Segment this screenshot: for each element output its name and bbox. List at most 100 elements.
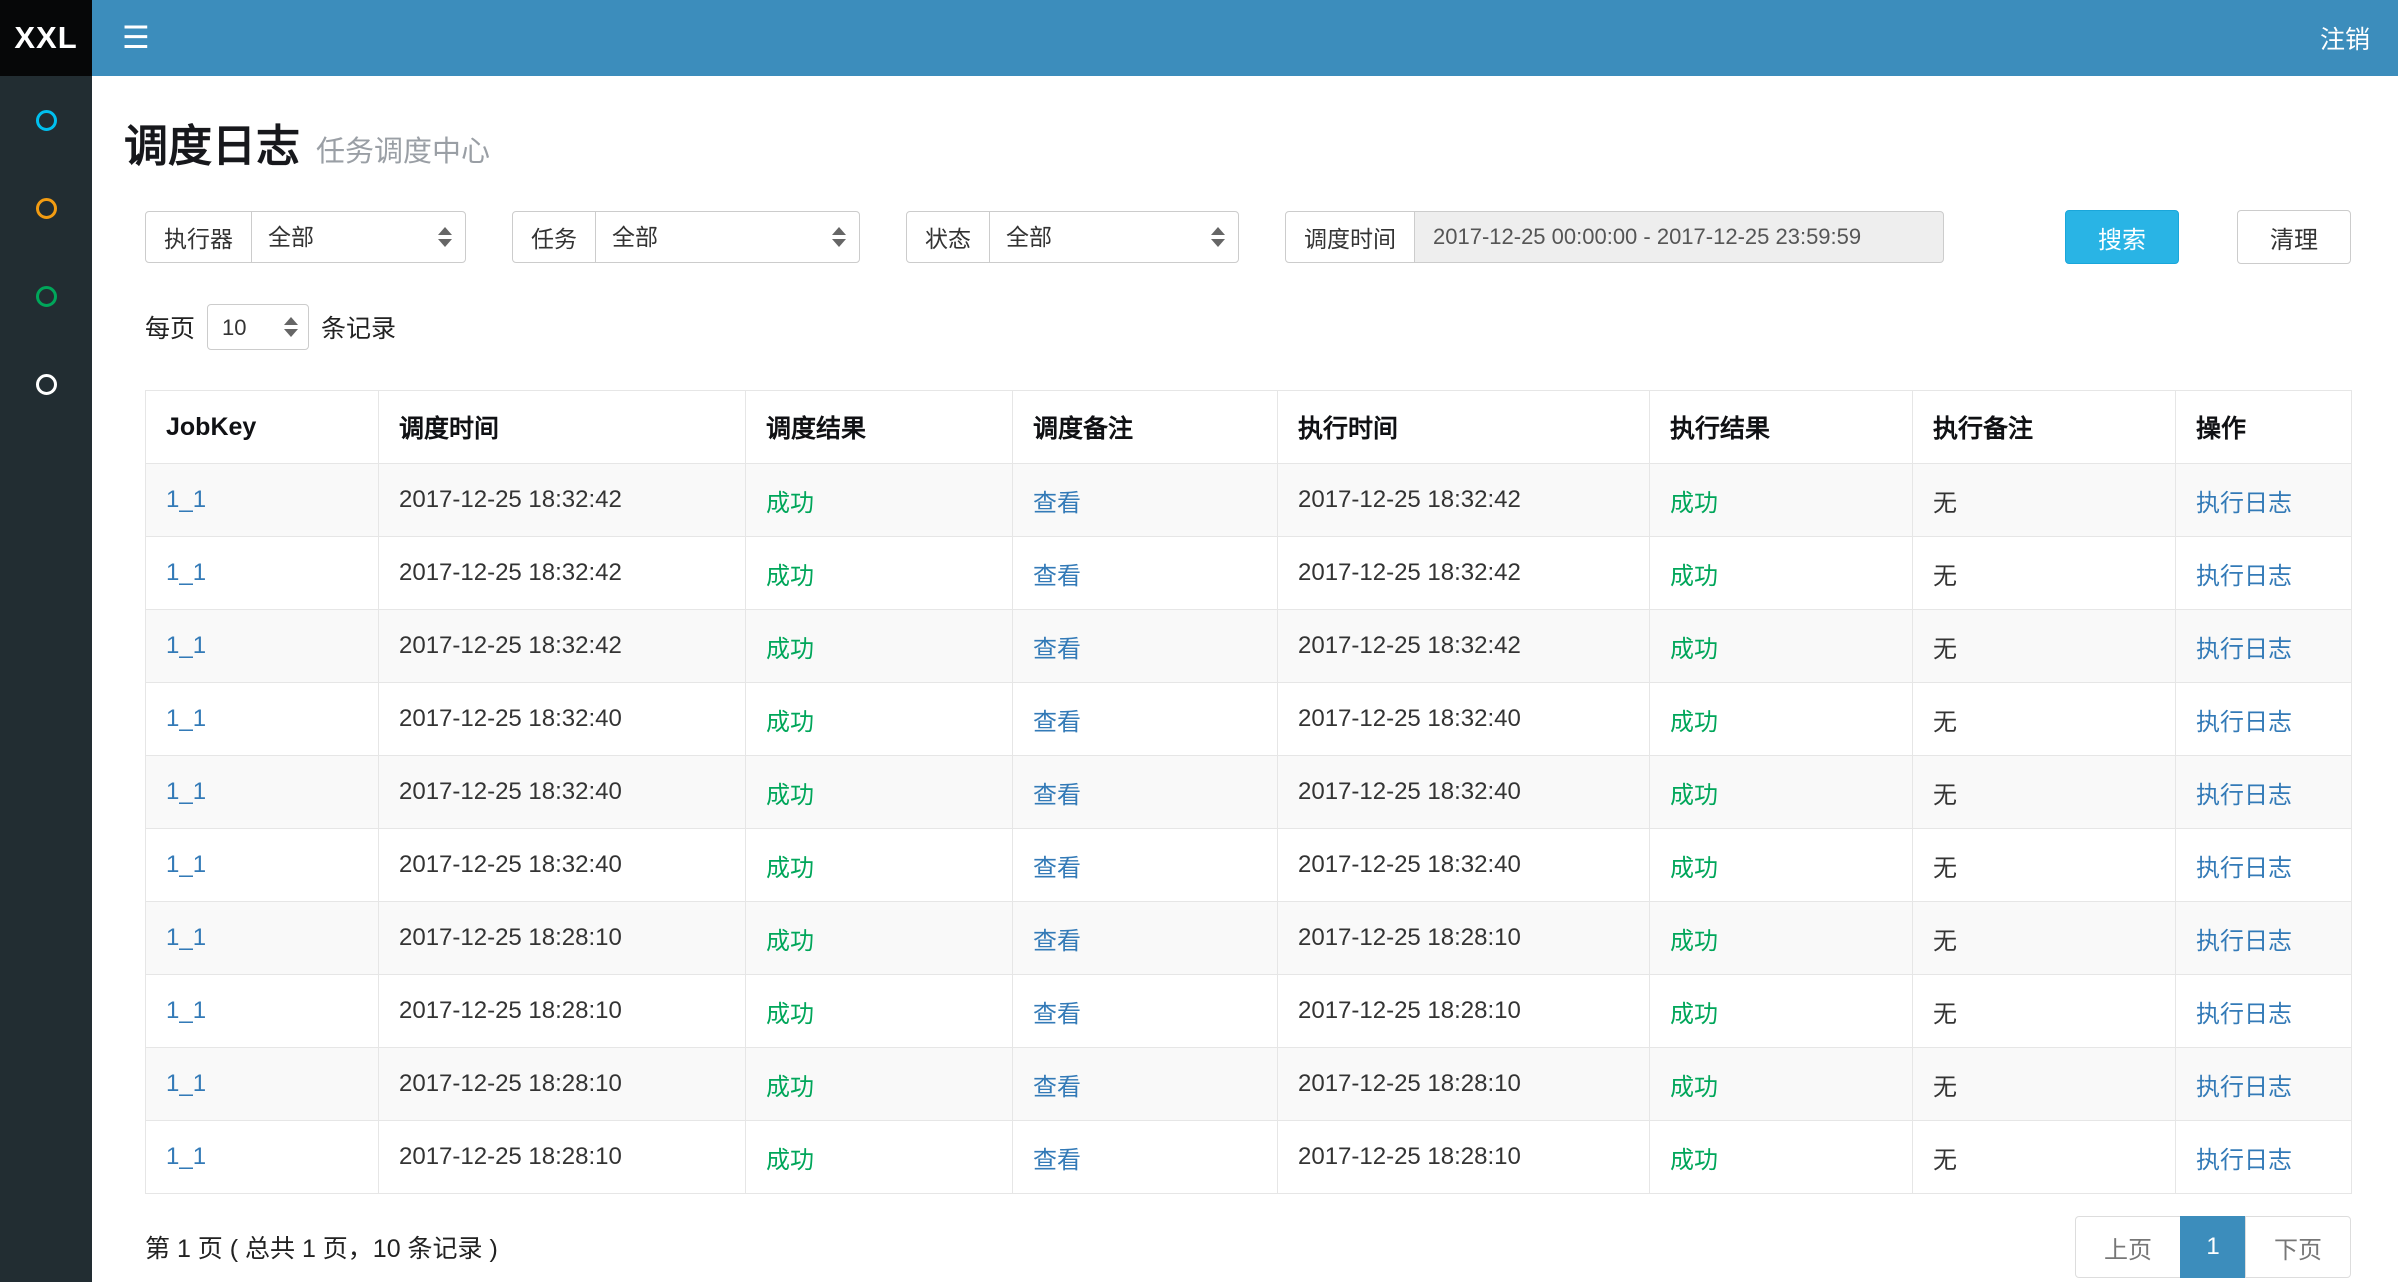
trigger-time-cell: 2017-12-25 18:28:10	[399, 997, 622, 1024]
table-row: 1_1 2017-12-25 18:32:42 成功 查看 2017-12-25…	[146, 610, 2352, 683]
trigger-msg-view-link[interactable]: 查看	[1033, 855, 1081, 882]
trigger-time-cell: 2017-12-25 18:32:42	[399, 559, 622, 586]
page-size-row: 每页 10 条记录	[145, 304, 2351, 350]
handle-result-cell: 成功	[1670, 563, 1718, 590]
trigger-msg-view-link[interactable]: 查看	[1033, 709, 1081, 736]
exec-log-link[interactable]: 执行日志	[2196, 1147, 2292, 1174]
trigger-time-cell: 2017-12-25 18:32:40	[399, 705, 622, 732]
handle-time-cell: 2017-12-25 18:28:10	[1298, 997, 1521, 1024]
trigger-msg-view-link[interactable]: 查看	[1033, 928, 1081, 955]
jobkey-link[interactable]: 1_1	[166, 559, 206, 586]
job-filter-label: 任务	[512, 211, 596, 263]
handle-result-cell: 成功	[1670, 1074, 1718, 1101]
trigger-result-cell: 成功	[766, 928, 814, 955]
exec-log-link[interactable]: 执行日志	[2196, 782, 2292, 809]
jobkey-link[interactable]: 1_1	[166, 851, 206, 878]
app-logo[interactable]: XXL	[0, 0, 92, 76]
exec-log-link[interactable]: 执行日志	[2196, 563, 2292, 590]
content-body: 执行器 全部 任务 全部 状态 全部	[92, 210, 2398, 1278]
log-table-head: JobKey 调度时间 调度结果 调度备注 执行时间 执行结果 执行备注 操作	[146, 391, 2352, 464]
trigger-msg-view-link[interactable]: 查看	[1033, 490, 1081, 517]
circle-outline-icon	[36, 374, 57, 395]
executor-filter-group: 执行器 全部	[145, 211, 466, 263]
table-row: 1_1 2017-12-25 18:32:40 成功 查看 2017-12-25…	[146, 683, 2352, 756]
exec-log-link[interactable]: 执行日志	[2196, 636, 2292, 663]
jobkey-link[interactable]: 1_1	[166, 705, 206, 732]
pagination-prev-button[interactable]: 上页	[2075, 1216, 2181, 1278]
handle-msg-cell: 无	[1933, 782, 1957, 809]
jobkey-link[interactable]: 1_1	[166, 632, 206, 659]
page-size-prefix-label: 每页	[145, 309, 195, 345]
jobkey-link[interactable]: 1_1	[166, 778, 206, 805]
pagination-next-button[interactable]: 下页	[2245, 1216, 2351, 1278]
col-header-action: 操作	[2176, 391, 2352, 464]
handle-result-cell: 成功	[1670, 490, 1718, 517]
trigger-time-cell: 2017-12-25 18:28:10	[399, 1143, 622, 1170]
content-wrapper: 调度日志 任务调度中心 执行器 全部 任务 全部 状态	[92, 0, 2398, 1278]
sidebar-item-2[interactable]	[0, 164, 92, 252]
logout-link[interactable]: 注销	[2320, 20, 2370, 56]
sidebar-item-4[interactable]	[0, 340, 92, 428]
handle-msg-cell: 无	[1933, 563, 1957, 590]
exec-log-link[interactable]: 执行日志	[2196, 1074, 2292, 1101]
circle-outline-icon	[36, 198, 57, 219]
trigger-msg-view-link[interactable]: 查看	[1033, 636, 1081, 663]
search-button[interactable]: 搜索	[2065, 210, 2179, 264]
table-footer: 第 1 页 ( 总共 1 页，10 条记录 ) 上页 1 下页	[145, 1216, 2351, 1278]
circle-outline-icon	[36, 110, 57, 131]
exec-log-link[interactable]: 执行日志	[2196, 709, 2292, 736]
trigger-msg-view-link[interactable]: 查看	[1033, 782, 1081, 809]
trigger-time-cell: 2017-12-25 18:32:40	[399, 778, 622, 805]
page-size-select[interactable]: 10	[207, 304, 309, 350]
status-filter-label: 状态	[906, 211, 990, 263]
page-title: 调度日志 任务调度中心	[124, 110, 2351, 174]
sidebar-item-3[interactable]	[0, 252, 92, 340]
trigger-msg-view-link[interactable]: 查看	[1033, 1147, 1081, 1174]
trigger-time-cell: 2017-12-25 18:28:10	[399, 1070, 622, 1097]
sidebar-toggle-button[interactable]: ☰	[92, 0, 180, 76]
handle-time-cell: 2017-12-25 18:32:42	[1298, 486, 1521, 513]
pagination-page-1-button[interactable]: 1	[2180, 1216, 2246, 1278]
jobkey-link[interactable]: 1_1	[166, 997, 206, 1024]
handle-time-cell: 2017-12-25 18:32:42	[1298, 559, 1521, 586]
table-row: 1_1 2017-12-25 18:32:42 成功 查看 2017-12-25…	[146, 537, 2352, 610]
exec-log-link[interactable]: 执行日志	[2196, 1001, 2292, 1028]
table-row: 1_1 2017-12-25 18:28:10 成功 查看 2017-12-25…	[146, 1121, 2352, 1194]
trigger-msg-view-link[interactable]: 查看	[1033, 1074, 1081, 1101]
handle-time-cell: 2017-12-25 18:28:10	[1298, 924, 1521, 951]
handle-msg-cell: 无	[1933, 928, 1957, 955]
table-row: 1_1 2017-12-25 18:28:10 成功 查看 2017-12-25…	[146, 975, 2352, 1048]
jobkey-link[interactable]: 1_1	[166, 1143, 206, 1170]
handle-time-cell: 2017-12-25 18:32:40	[1298, 778, 1521, 805]
jobkey-link[interactable]: 1_1	[166, 1070, 206, 1097]
executor-filter-label: 执行器	[145, 211, 252, 263]
filter-row: 执行器 全部 任务 全部 状态 全部	[145, 210, 2351, 264]
pagination: 上页 1 下页	[2075, 1216, 2351, 1278]
jobkey-link[interactable]: 1_1	[166, 924, 206, 951]
clear-log-button[interactable]: 清理	[2237, 210, 2351, 264]
pagination-summary: 第 1 页 ( 总共 1 页，10 条记录 )	[145, 1229, 498, 1265]
trigger-result-cell: 成功	[766, 563, 814, 590]
trigger-msg-view-link[interactable]: 查看	[1033, 1001, 1081, 1028]
job-select[interactable]: 全部	[595, 211, 860, 263]
trigger-result-cell: 成功	[766, 782, 814, 809]
trigger-time-cell: 2017-12-25 18:32:42	[399, 632, 622, 659]
status-select[interactable]: 全部	[989, 211, 1239, 263]
trigger-result-cell: 成功	[766, 855, 814, 882]
content-header: 调度日志 任务调度中心	[92, 76, 2398, 174]
col-header-handle-time: 执行时间	[1278, 391, 1650, 464]
trigger-msg-view-link[interactable]: 查看	[1033, 563, 1081, 590]
jobkey-link[interactable]: 1_1	[166, 486, 206, 513]
trigger-time-cell: 2017-12-25 18:32:42	[399, 486, 622, 513]
exec-log-link[interactable]: 执行日志	[2196, 855, 2292, 882]
exec-log-link[interactable]: 执行日志	[2196, 928, 2292, 955]
handle-result-cell: 成功	[1670, 709, 1718, 736]
exec-log-link[interactable]: 执行日志	[2196, 490, 2292, 517]
col-header-handle-result: 执行结果	[1650, 391, 1913, 464]
handle-time-cell: 2017-12-25 18:32:40	[1298, 851, 1521, 878]
page-title-subtitle: 任务调度中心	[316, 128, 490, 170]
trigger-time-range-input[interactable]	[1414, 211, 1944, 263]
sidebar-item-1[interactable]	[0, 76, 92, 164]
executor-select[interactable]: 全部	[251, 211, 466, 263]
navbar-right: 注销	[2320, 0, 2398, 76]
